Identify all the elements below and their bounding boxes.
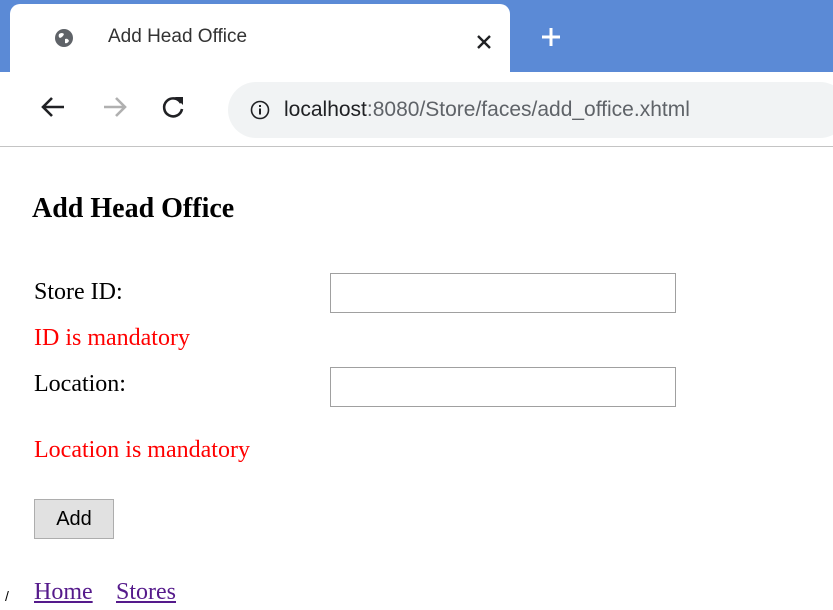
store-id-error: ID is mandatory bbox=[34, 325, 190, 351]
new-tab-icon[interactable] bbox=[540, 26, 562, 48]
location-label: Location: bbox=[34, 371, 126, 397]
info-icon[interactable] bbox=[250, 100, 270, 120]
reload-icon[interactable] bbox=[160, 94, 186, 120]
browser-tab[interactable]: Add Head Office bbox=[10, 4, 510, 72]
forward-arrow-icon[interactable] bbox=[102, 94, 128, 120]
browser-toolbar: localhost:8080/Store/faces/add_office.xh… bbox=[0, 72, 833, 147]
stores-link[interactable]: Stores bbox=[116, 579, 176, 606]
add-button[interactable]: Add bbox=[34, 499, 114, 539]
url-text: localhost:8080/Store/faces/add_office.xh… bbox=[284, 98, 690, 122]
close-icon[interactable] bbox=[476, 34, 492, 50]
home-link[interactable]: Home bbox=[34, 579, 93, 606]
link-separator: / bbox=[5, 588, 9, 604]
globe-icon bbox=[55, 29, 73, 47]
url-path: :8080/Store/faces/add_office.xhtml bbox=[366, 98, 690, 121]
tab-strip: Add Head Office bbox=[0, 0, 833, 72]
store-id-label: Store ID: bbox=[34, 279, 123, 305]
location-error: Location is mandatory bbox=[34, 437, 250, 463]
tab-title: Add Head Office bbox=[108, 26, 248, 47]
address-bar[interactable]: localhost:8080/Store/faces/add_office.xh… bbox=[228, 82, 833, 138]
url-host: localhost bbox=[284, 98, 367, 121]
store-id-input[interactable] bbox=[330, 273, 676, 313]
page-title: Add Head Office bbox=[32, 193, 235, 224]
back-arrow-icon[interactable] bbox=[40, 94, 66, 120]
location-input[interactable] bbox=[330, 367, 676, 407]
